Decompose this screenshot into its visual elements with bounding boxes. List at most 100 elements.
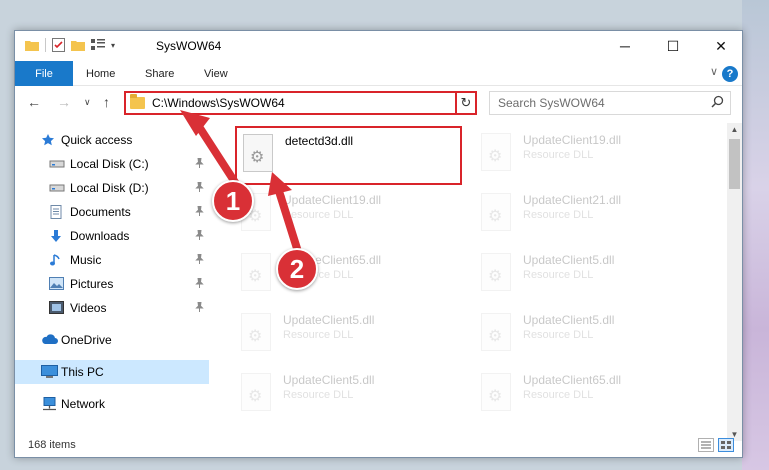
qat-dropdown-icon[interactable]: ▾ xyxy=(111,41,115,50)
up-button[interactable]: ↑ xyxy=(103,94,110,110)
file-type: Resource DLL xyxy=(523,149,594,161)
file-type: Resource DLL xyxy=(523,329,594,341)
sidebar-item-local-disk-c[interactable]: Local Disk (C:) xyxy=(15,152,209,176)
pin-icon[interactable] xyxy=(195,229,204,242)
drive-icon xyxy=(49,181,65,195)
tab-share[interactable]: Share xyxy=(145,61,174,86)
sidebar-item-label: Documents xyxy=(70,205,131,219)
search-input[interactable]: Search SysWOW64 xyxy=(489,91,731,115)
file-type: Resource DLL xyxy=(283,389,354,401)
maximize-button[interactable]: ☐ xyxy=(650,31,696,61)
recent-locations-button[interactable]: ∨ xyxy=(84,97,91,108)
navigation-pane: Quick access Local Disk (C:) Local Disk … xyxy=(15,125,209,435)
pin-icon[interactable] xyxy=(195,301,204,314)
desktop-background xyxy=(742,0,769,470)
new-folder-icon[interactable] xyxy=(71,39,85,51)
sidebar-item-quick-access[interactable]: Quick access xyxy=(15,128,209,152)
videos-icon xyxy=(49,301,65,315)
sidebar-item-music[interactable]: Music xyxy=(15,248,209,272)
file-name: UpdateClient5.dll xyxy=(523,253,615,267)
explorer-window: ▾ SysWOW64 ─ ☐ ✕ File Home Share View ∨ … xyxy=(14,30,743,458)
dll-file-icon xyxy=(481,193,511,231)
sidebar-item-downloads[interactable]: Downloads xyxy=(15,224,209,248)
file-item[interactable]: UpdateClient65.dll Resource DLL xyxy=(475,367,697,423)
pin-icon[interactable] xyxy=(195,205,204,218)
cloud-icon xyxy=(41,333,58,347)
file-name: UpdateClient65.dll xyxy=(523,373,622,387)
file-name: UpdateClient5.dll xyxy=(523,313,615,327)
dll-file-icon xyxy=(243,134,273,172)
dll-file-icon xyxy=(241,373,271,411)
sidebar-item-documents[interactable]: Documents xyxy=(15,200,209,224)
network-icon xyxy=(41,397,57,411)
sidebar-item-label: Pictures xyxy=(70,277,114,291)
sidebar-item-label: Local Disk (D:) xyxy=(70,181,149,195)
sidebar-item-label: This PC xyxy=(61,365,104,379)
pin-icon[interactable] xyxy=(195,253,204,266)
pin-icon[interactable] xyxy=(195,181,204,194)
file-type: Resource DLL xyxy=(523,269,594,281)
refresh-button[interactable]: ↻ xyxy=(455,91,477,115)
drive-icon xyxy=(49,157,65,171)
dll-file-icon xyxy=(481,373,511,411)
file-item[interactable]: UpdateClient21.dll Resource DLL xyxy=(475,187,697,243)
quick-access-toolbar: ▾ xyxy=(25,38,115,52)
file-name: UpdateClient19.dll xyxy=(523,133,622,147)
sidebar-item-label: Videos xyxy=(70,301,107,315)
search-placeholder: Search SysWOW64 xyxy=(498,96,605,110)
sidebar-item-label: Quick access xyxy=(61,133,133,147)
forward-button[interactable]: → xyxy=(57,94,71,110)
properties-icon[interactable] xyxy=(52,38,65,52)
documents-icon xyxy=(49,205,65,219)
expand-ribbon-icon[interactable]: ∨ xyxy=(710,65,718,78)
minimize-button[interactable]: ─ xyxy=(602,31,648,61)
pin-icon[interactable] xyxy=(195,277,204,290)
tab-file[interactable]: File xyxy=(15,61,73,86)
sidebar-item-this-pc[interactable]: This PC xyxy=(15,360,209,384)
customize-icon[interactable] xyxy=(91,39,105,51)
pin-icon[interactable] xyxy=(195,157,204,170)
file-name: UpdateClient5.dll xyxy=(283,373,375,387)
close-button[interactable]: ✕ xyxy=(698,31,744,61)
file-name: UpdateClient21.dll xyxy=(523,193,622,207)
details-view-icon[interactable] xyxy=(698,438,714,452)
music-icon xyxy=(49,253,65,267)
tab-view[interactable]: View xyxy=(204,61,228,86)
help-icon[interactable]: ? xyxy=(722,66,738,82)
divider xyxy=(45,38,46,52)
file-item[interactable]: UpdateClient5.dll Resource DLL xyxy=(475,247,697,303)
address-path[interactable]: C:\Windows\SysWOW64 xyxy=(152,96,459,110)
sidebar-item-onedrive[interactable]: OneDrive xyxy=(15,328,209,352)
sidebar-item-label: Music xyxy=(70,253,102,267)
dll-file-icon xyxy=(481,313,511,351)
folder-icon xyxy=(130,94,145,109)
file-item[interactable]: UpdateClient19.dll Resource DLL xyxy=(475,127,697,183)
file-item[interactable]: UpdateClient5.dll Resource DLL xyxy=(475,307,697,363)
tab-home[interactable]: Home xyxy=(86,61,115,86)
pictures-icon xyxy=(49,277,65,291)
dll-file-icon xyxy=(241,313,271,351)
vertical-scrollbar[interactable]: ▲ ▼ xyxy=(727,123,742,441)
sidebar-item-videos[interactable]: Videos xyxy=(15,296,209,320)
file-type: Resource DLL xyxy=(523,389,594,401)
file-item-detectd3d[interactable]: detectd3d.dll xyxy=(235,126,462,185)
ribbon-tabs: File Home Share View ∨ ? xyxy=(15,61,742,86)
address-bar[interactable]: C:\Windows\SysWOW64 ∨ xyxy=(124,91,475,115)
file-item[interactable]: UpdateClient5.dll Resource DLL xyxy=(235,307,457,363)
sidebar-item-label: OneDrive xyxy=(61,333,112,347)
sidebar-item-label: Network xyxy=(61,397,106,411)
file-item[interactable]: UpdateClient5.dll Resource DLL xyxy=(235,367,457,423)
sidebar-item-local-disk-d[interactable]: Local Disk (D:) xyxy=(15,176,209,200)
file-item[interactable]: UpdateClient19.dll Resource DLL xyxy=(235,187,457,243)
back-button[interactable]: ← xyxy=(27,94,41,110)
file-type: Resource DLL xyxy=(283,209,354,221)
file-item[interactable]: UpdateClient65.dll Resource DLL xyxy=(235,247,457,303)
download-icon xyxy=(49,229,65,243)
sidebar-item-label: Local Disk (C:) xyxy=(70,157,149,171)
scroll-up-icon[interactable]: ▲ xyxy=(727,125,742,134)
sidebar-item-pictures[interactable]: Pictures xyxy=(15,272,209,296)
scrollbar-thumb[interactable] xyxy=(729,139,740,189)
large-icons-view-icon[interactable] xyxy=(718,438,734,452)
item-count: 168 items xyxy=(28,439,76,451)
sidebar-item-network[interactable]: Network xyxy=(15,392,209,416)
